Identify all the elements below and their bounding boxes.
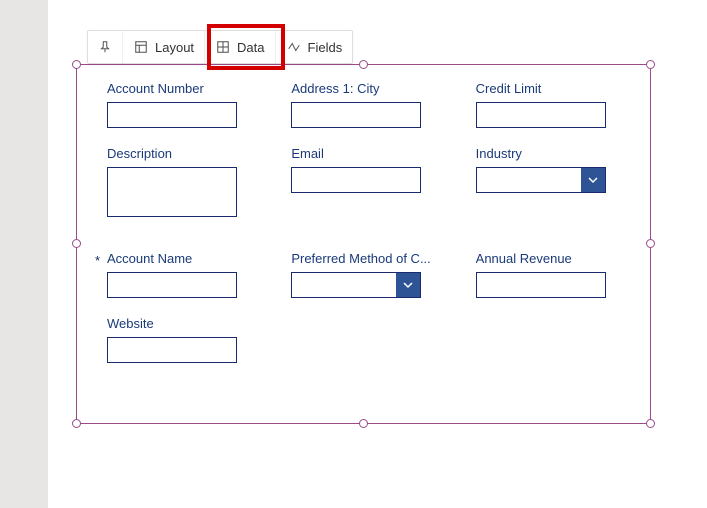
resize-handle-se[interactable] (646, 419, 655, 428)
resize-handle-n[interactable] (359, 60, 368, 69)
form-row: Website (107, 316, 630, 363)
field-description[interactable]: Description (107, 146, 261, 217)
form-section-2: * Account Name Preferred Method of C... … (77, 235, 650, 363)
field-label: Account Name (107, 251, 261, 266)
text-input[interactable] (476, 102, 606, 128)
resize-handle-nw[interactable] (72, 60, 81, 69)
required-marker: * (95, 253, 100, 268)
field-email[interactable]: Email (291, 146, 445, 217)
text-input[interactable] (107, 102, 237, 128)
pin-icon (97, 39, 113, 55)
field-label: Preferred Method of C... (291, 251, 445, 266)
fields-tab[interactable]: Fields (276, 31, 353, 63)
resize-handle-w[interactable] (72, 239, 81, 248)
text-input[interactable] (476, 272, 606, 298)
layout-icon (133, 39, 149, 55)
text-input[interactable] (291, 167, 421, 193)
resize-handle-e[interactable] (646, 239, 655, 248)
card-toolbar: Layout Data Fields (87, 30, 353, 64)
select-input[interactable] (291, 272, 421, 298)
fields-tab-label: Fields (308, 40, 343, 55)
text-input[interactable] (291, 102, 421, 128)
field-address1-city[interactable]: Address 1: City (291, 81, 445, 128)
field-label: Industry (476, 146, 630, 161)
field-account-name[interactable]: * Account Name (107, 251, 261, 298)
field-account-number[interactable]: Account Number (107, 81, 261, 128)
text-input[interactable] (107, 272, 237, 298)
field-industry[interactable]: Industry (476, 146, 630, 217)
field-label: Website (107, 316, 267, 331)
grid-icon (215, 39, 231, 55)
form-row: Account Number Address 1: City Credit Li… (107, 81, 630, 128)
textarea-input[interactable] (107, 167, 237, 217)
field-website[interactable]: Website (107, 316, 267, 363)
resize-handle-sw[interactable] (72, 419, 81, 428)
data-tab-label: Data (237, 40, 264, 55)
field-preferred-contact[interactable]: Preferred Method of C... (291, 251, 445, 298)
field-label: Annual Revenue (476, 251, 630, 266)
form-card[interactable]: Account Number Address 1: City Credit Li… (76, 64, 651, 424)
resize-handle-ne[interactable] (646, 60, 655, 69)
field-label: Account Number (107, 81, 261, 96)
field-label: Address 1: City (291, 81, 445, 96)
resize-handle-s[interactable] (359, 419, 368, 428)
field-label: Credit Limit (476, 81, 630, 96)
field-label: Email (291, 146, 445, 161)
text-input[interactable] (107, 337, 237, 363)
select-input[interactable] (476, 167, 606, 193)
field-label: Description (107, 146, 261, 161)
data-tab[interactable]: Data (205, 31, 275, 63)
form-row: * Account Name Preferred Method of C... … (107, 251, 630, 298)
layout-tab[interactable]: Layout (123, 31, 205, 63)
fields-icon (286, 39, 302, 55)
chevron-down-icon (396, 273, 420, 297)
field-annual-revenue[interactable]: Annual Revenue (476, 251, 630, 298)
layout-tab-label: Layout (155, 40, 194, 55)
form-row: Description Email Industry (107, 146, 630, 217)
form-section-1: Account Number Address 1: City Credit Li… (77, 65, 650, 217)
chevron-down-icon (581, 168, 605, 192)
field-credit-limit[interactable]: Credit Limit (476, 81, 630, 128)
pin-button[interactable] (88, 31, 123, 63)
